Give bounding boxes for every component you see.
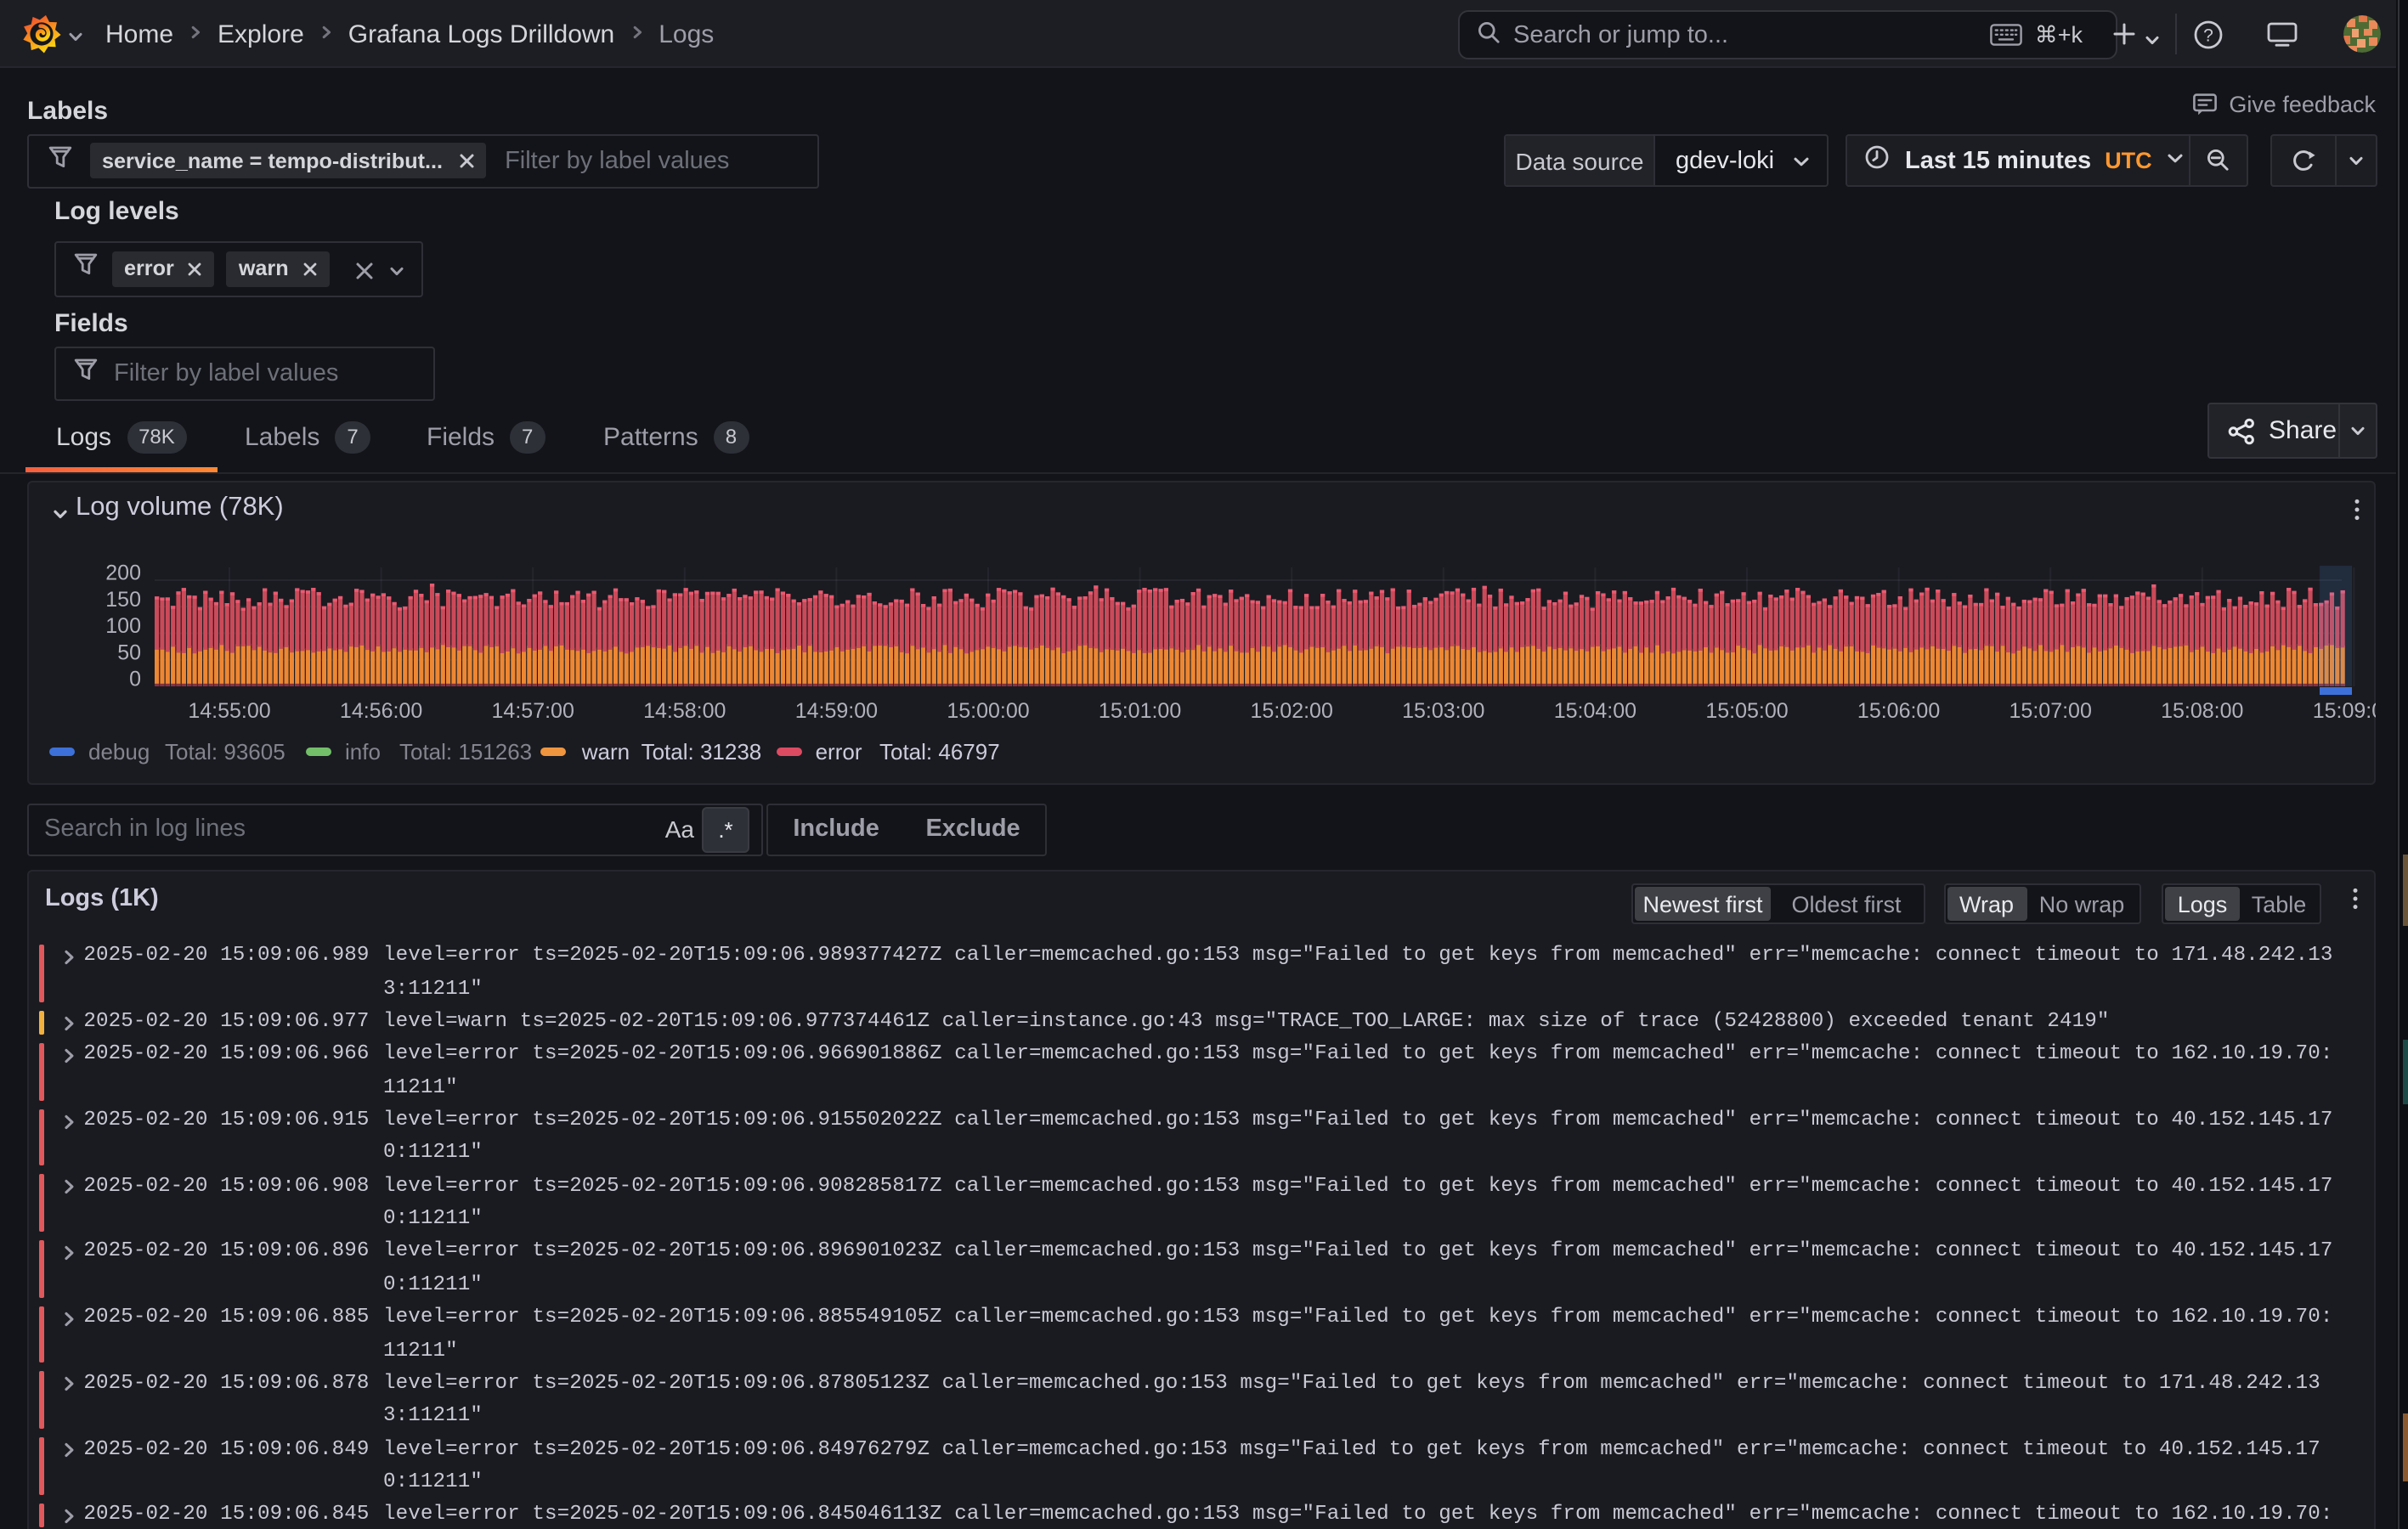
- svg-text:14:58:00: 14:58:00: [643, 699, 726, 723]
- svg-text:15:07:00: 15:07:00: [2009, 699, 2092, 723]
- svg-text:50: 50: [117, 640, 141, 664]
- svg-text:15:08:00: 15:08:00: [2161, 699, 2243, 723]
- svg-text:14:55:00: 14:55:00: [188, 699, 270, 723]
- svg-text:15:02:00: 15:02:00: [1251, 699, 1333, 723]
- svg-text:15:00:00: 15:00:00: [947, 699, 1029, 723]
- svg-text:150: 150: [105, 588, 141, 612]
- svg-text:14:56:00: 14:56:00: [340, 699, 422, 723]
- svg-text:15:06:00: 15:06:00: [1857, 699, 1940, 723]
- svg-text:15:03:00: 15:03:00: [1402, 699, 1484, 723]
- svg-text:15:01:00: 15:01:00: [1099, 699, 1181, 723]
- svg-text:100: 100: [105, 614, 141, 638]
- svg-text:0: 0: [129, 668, 141, 691]
- svg-text:15:09:00: 15:09:00: [2313, 699, 2376, 723]
- svg-text:?: ?: [2203, 25, 2213, 44]
- svg-text:200: 200: [105, 561, 141, 585]
- svg-text:14:59:00: 14:59:00: [795, 699, 878, 723]
- svg-text:14:57:00: 14:57:00: [492, 699, 574, 723]
- svg-text:15:04:00: 15:04:00: [1554, 699, 1636, 723]
- svg-text:15:05:00: 15:05:00: [1705, 699, 1788, 723]
